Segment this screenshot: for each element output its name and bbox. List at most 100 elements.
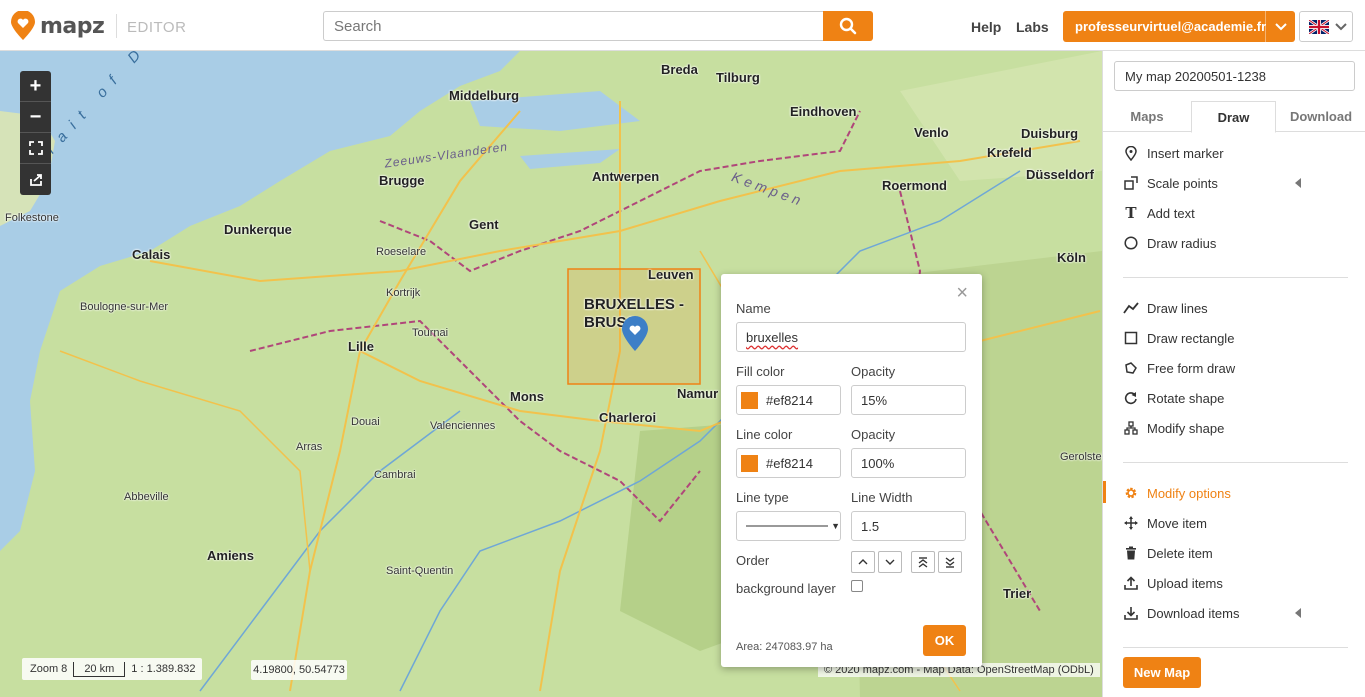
zoom-controls: + − [20, 71, 51, 195]
scale-points-icon [1123, 175, 1139, 191]
place-label: Valenciennes [430, 420, 496, 432]
fullscreen-button[interactable] [20, 133, 51, 164]
place-label: Köln [1057, 250, 1086, 265]
marker-icon [1123, 145, 1139, 161]
line-type-label: Line type [736, 490, 789, 505]
labs-link[interactable]: Labs [1016, 19, 1049, 35]
map-title-input[interactable]: My map 20200501-1238 [1114, 61, 1355, 91]
user-menu-toggle[interactable] [1265, 11, 1295, 42]
tab-download[interactable]: Download [1276, 101, 1365, 132]
help-link[interactable]: Help [971, 19, 1001, 35]
logo[interactable]: mapz [10, 11, 105, 41]
shape-options-popup: × Name bruxelles Fill color Opacity #ef8… [721, 274, 982, 667]
sidebar-item-delete-item[interactable]: Delete item [1123, 545, 1213, 561]
share-icon [29, 173, 42, 186]
place-label: Lille [348, 339, 375, 354]
search-input[interactable] [323, 11, 823, 41]
line-type-select[interactable]: ▼ [736, 511, 841, 541]
sidebar-item-label: Scale points [1147, 175, 1218, 191]
double-chevron-up-icon [918, 556, 928, 568]
cursor-coordinates: 4.19800, 50.54773 [251, 660, 347, 680]
place-label: Roermond [882, 178, 947, 193]
heart-pin-icon [11, 11, 35, 40]
place-label: Folkestone [5, 212, 59, 224]
sidebar-item-modify-options[interactable]: Modify options [1123, 485, 1231, 501]
rectangle-icon [1123, 330, 1139, 346]
scale-distance: 20 km [73, 661, 126, 677]
sidebar-item-free-form-draw[interactable]: Free form draw [1123, 360, 1235, 376]
zoom-in-button[interactable]: + [20, 71, 51, 102]
user-menu-button[interactable]: professeurvirtuel@academie.fr [1063, 11, 1295, 42]
sidebar-item-scale-points[interactable]: Scale points [1123, 175, 1218, 191]
uk-flag-icon [1309, 19, 1329, 34]
background-layer-checkbox[interactable] [851, 580, 863, 592]
search-bar [323, 11, 873, 41]
tab-draw[interactable]: Draw [1191, 101, 1276, 133]
place-label: BRUXELLES - [584, 296, 685, 313]
sidebar-item-draw-lines[interactable]: Draw lines [1123, 300, 1208, 316]
order-top-button[interactable] [911, 551, 935, 573]
order-up-button[interactable] [851, 551, 875, 573]
name-field[interactable]: bruxelles [736, 322, 966, 352]
background-layer-label: background layer [736, 581, 836, 596]
place-label: Breda [661, 62, 698, 77]
fill-color-swatch[interactable] [741, 391, 758, 409]
name-label: Name [736, 301, 771, 316]
fill-opacity-label: Opacity [851, 364, 896, 379]
circle-icon [1123, 235, 1139, 251]
sidebar-item-draw-radius[interactable]: Draw radius [1123, 235, 1216, 251]
submenu-arrow-icon[interactable] [1295, 178, 1301, 188]
fill-color-field[interactable]: #ef8214 [736, 385, 841, 415]
line-color-field[interactable]: #ef8214 [736, 448, 841, 478]
language-selector[interactable] [1299, 11, 1353, 42]
line-width-field[interactable]: 1.5 [851, 511, 966, 541]
expand-icon [28, 141, 43, 155]
sidebar-item-draw-rectangle[interactable]: Draw rectangle [1123, 330, 1234, 346]
order-bottom-button[interactable] [938, 551, 962, 573]
place-label: Arras [296, 441, 323, 453]
place-label: Roeselare [376, 246, 427, 258]
place-label: Gent [469, 217, 499, 232]
share-button[interactable] [20, 164, 51, 195]
place-label: Tournai [412, 327, 449, 339]
active-indicator [1103, 481, 1106, 503]
search-icon [839, 17, 857, 35]
place-label: Krefeld [987, 145, 1032, 160]
order-down-button[interactable] [878, 551, 902, 573]
chevron-down-icon [885, 559, 895, 565]
line-opacity-field[interactable]: 100% [851, 448, 966, 478]
sidebar-item-label: Insert marker [1147, 145, 1224, 161]
map-canvas[interactable]: BRUXELLES - BRUSS Antwerpen Gent Brugge … [0, 51, 1102, 697]
sidebar-item-label: Draw radius [1147, 235, 1217, 251]
close-icon[interactable]: × [956, 282, 968, 305]
freeform-icon [1123, 360, 1139, 376]
place-label: Leuven [648, 267, 694, 282]
solid-line-icon [746, 525, 829, 527]
line-color-swatch[interactable] [741, 454, 758, 472]
place-label: Dunkerque [224, 222, 292, 237]
new-map-button[interactable]: New Map [1123, 657, 1201, 688]
map-marker-icon[interactable] [621, 316, 649, 352]
submenu-arrow-icon[interactable] [1295, 608, 1301, 618]
sidebar-item-modify-shape[interactable]: Modify shape [1123, 420, 1224, 436]
sidebar-item-add-text[interactable]: T Add text [1123, 204, 1194, 222]
zoom-out-button[interactable]: − [20, 102, 51, 133]
ok-button[interactable]: OK [923, 625, 966, 656]
fill-opacity-field[interactable]: 15% [851, 385, 966, 415]
place-label: Kortrijk [386, 287, 421, 299]
line-width-label: Line Width [851, 490, 913, 505]
sidebar-item-move-item[interactable]: Move item [1123, 515, 1207, 531]
search-button[interactable] [823, 11, 873, 41]
gear-icon [1123, 485, 1139, 501]
sidebar-item-download-items[interactable]: Download items [1123, 605, 1240, 621]
place-label: Duisburg [1021, 126, 1079, 141]
sidebar-item-rotate-shape[interactable]: Rotate shape [1123, 390, 1224, 406]
order-label: Order [736, 553, 770, 568]
sidebar-item-upload-items[interactable]: Upload items [1123, 575, 1223, 591]
sidebar-tabs: Maps Draw Download [1103, 101, 1365, 133]
logo-divider [116, 14, 117, 38]
sidebar-item-insert-marker[interactable]: Insert marker [1123, 145, 1224, 161]
tab-maps[interactable]: Maps [1103, 101, 1191, 132]
place-label: Boulogne-sur-Mer [80, 301, 169, 313]
place-label: Venlo [914, 125, 949, 140]
